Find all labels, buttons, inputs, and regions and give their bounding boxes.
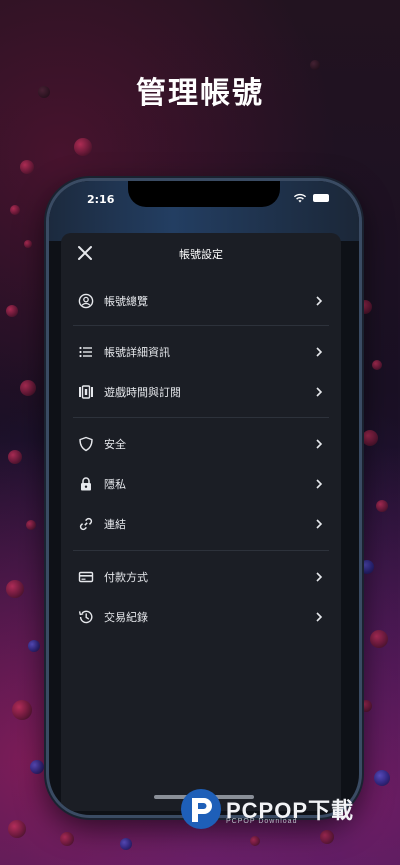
divider bbox=[73, 417, 329, 418]
menu-item-label: 帳號詳細資訊 bbox=[104, 346, 170, 359]
chevron-right-icon bbox=[316, 479, 323, 489]
status-time: 2:16 bbox=[87, 193, 115, 206]
chevron-right-icon bbox=[316, 439, 323, 449]
menu-item-label: 帳號總覽 bbox=[104, 295, 148, 308]
menu-item-label: 隱私 bbox=[104, 478, 126, 491]
account-circle-icon bbox=[77, 292, 95, 310]
battery-icon bbox=[313, 194, 329, 202]
menu-item-account-details[interactable]: 帳號詳細資訊 bbox=[77, 340, 325, 364]
media-frame-icon bbox=[77, 383, 95, 401]
menu-item-label: 連結 bbox=[104, 518, 126, 531]
sheet-header: 帳號設定 bbox=[61, 233, 341, 273]
menu-item-transaction-history[interactable]: 交易紀錄 bbox=[77, 605, 325, 629]
chevron-right-icon bbox=[316, 572, 323, 582]
menu-item-playtime-subscriptions[interactable]: 遊戲時間與訂閱 bbox=[77, 380, 325, 404]
chevron-right-icon bbox=[316, 347, 323, 357]
divider bbox=[73, 325, 329, 326]
menu-item-label: 遊戲時間與訂閱 bbox=[104, 386, 181, 399]
menu-item-links[interactable]: 連結 bbox=[77, 512, 325, 536]
menu-item-label: 安全 bbox=[104, 438, 126, 451]
watermark: PCPOP下載 PCPOP Download bbox=[178, 786, 354, 832]
lock-icon bbox=[77, 475, 95, 493]
chevron-right-icon bbox=[316, 296, 323, 306]
credit-card-icon bbox=[77, 568, 95, 586]
history-icon bbox=[77, 608, 95, 626]
sheet-title: 帳號設定 bbox=[179, 248, 223, 261]
menu-item-label: 交易紀錄 bbox=[104, 611, 148, 624]
chevron-right-icon bbox=[316, 612, 323, 622]
chevron-right-icon bbox=[316, 519, 323, 529]
menu-item-security[interactable]: 安全 bbox=[77, 432, 325, 456]
phone-mockup: 2:16 帳號設定 帳號總覽 帳號詳細資訊 遊戲時間與訂閱 安全 隱私 連結 付… bbox=[46, 178, 362, 818]
menu-item-privacy[interactable]: 隱私 bbox=[77, 472, 325, 496]
divider bbox=[73, 550, 329, 551]
pcpop-logo-icon bbox=[181, 789, 221, 829]
watermark-sub: PCPOP Download bbox=[226, 818, 298, 825]
headline: 管理帳號 bbox=[136, 76, 264, 111]
menu-item-label: 付款方式 bbox=[104, 571, 148, 584]
wifi-icon bbox=[293, 193, 307, 203]
status-icons bbox=[293, 193, 329, 203]
chevron-right-icon bbox=[316, 387, 323, 397]
shield-icon bbox=[77, 435, 95, 453]
menu-item-payment-methods[interactable]: 付款方式 bbox=[77, 565, 325, 589]
menu-item-account-overview[interactable]: 帳號總覽 bbox=[77, 289, 325, 313]
phone-notch bbox=[128, 181, 280, 207]
account-settings-sheet: 帳號設定 帳號總覽 帳號詳細資訊 遊戲時間與訂閱 安全 隱私 連結 付款方式 交… bbox=[61, 233, 341, 811]
list-icon bbox=[77, 343, 95, 361]
link-icon bbox=[77, 515, 95, 533]
